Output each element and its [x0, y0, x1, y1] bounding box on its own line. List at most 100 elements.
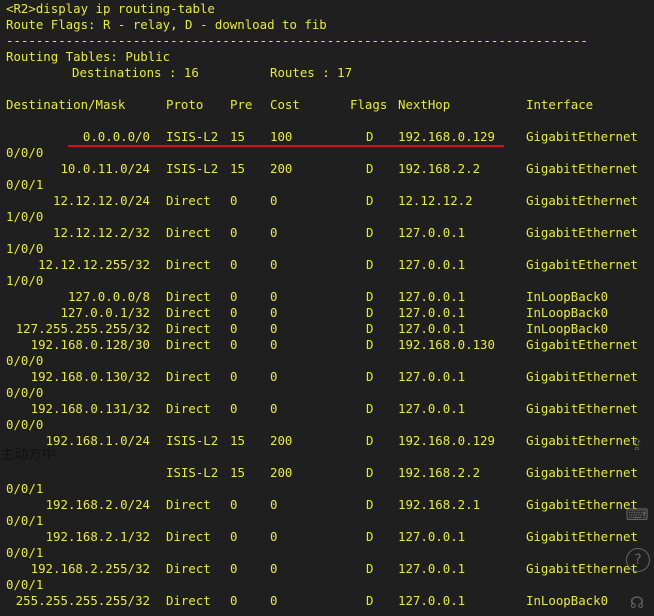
highlight-underline	[68, 145, 504, 147]
cell-proto: Direct	[166, 529, 211, 544]
interface-continuation: 0/0/1	[6, 177, 44, 192]
cell-pre: 0	[230, 305, 238, 320]
cell-destination: 127.255.255.255/32	[15, 321, 150, 336]
cell-proto: Direct	[166, 321, 211, 336]
cell-nexthop: 127.0.0.1	[398, 529, 466, 544]
cell-destination: 255.255.255.255/32	[15, 593, 150, 608]
interface-continuation: 0/0/0	[6, 353, 44, 368]
keyboard-icon[interactable]: ⌨	[624, 502, 650, 528]
table-row: 192.168.0.128/30 Direct 0 0 D 192.168.0.130 Gi…	[6, 337, 654, 353]
cell-interface: GigabitEthernet	[526, 193, 638, 208]
overlay-text-fragment: 主动方中	[0, 447, 56, 463]
cell-cost: 0	[270, 289, 278, 304]
interface-continuation: 0/0/1	[6, 481, 44, 496]
cell-destination: 192.168.0.130/32	[30, 369, 150, 384]
cell-proto: ISIS-L2	[166, 433, 219, 448]
cell-cost: 0	[270, 497, 278, 512]
cell-pre: 0	[230, 401, 238, 416]
interface-continuation: 1/0/0	[6, 273, 44, 288]
cell-destination: 192.168.0.128/30	[30, 337, 150, 352]
cell-pre: 0	[230, 337, 238, 352]
table-row: ISIS-L2 15 200 D 192.168.2.2 GigabitEthernet	[6, 465, 654, 481]
cell-flags: D	[366, 305, 374, 320]
cell-flags: D	[366, 593, 374, 608]
cell-proto: ISIS-L2	[166, 465, 219, 480]
cell-interface: GigabitEthernet	[526, 337, 638, 352]
cell-proto: Direct	[166, 305, 211, 320]
cell-pre: 0	[230, 257, 238, 272]
interface-continuation: 0/0/1	[6, 545, 44, 560]
cell-proto: Direct	[166, 289, 211, 304]
cell-proto: Direct	[166, 225, 211, 240]
share-icon[interactable]: ⇪	[624, 432, 650, 458]
cell-flags: D	[366, 433, 374, 448]
cell-nexthop: 127.0.0.1	[398, 321, 466, 336]
interface-continuation: 0/0/1	[6, 513, 44, 528]
cell-proto: Direct	[166, 401, 211, 416]
cell-cost: 0	[270, 193, 278, 208]
interface-continuation: 0/0/0	[6, 385, 44, 400]
cell-pre: 0	[230, 561, 238, 576]
cell-cost: 0	[270, 369, 278, 384]
table-row: 192.168.2.0/24 Direct 0 0 D 192.168.2.1 Gigabi…	[6, 497, 654, 513]
table-row: 12.12.12.2/32 Direct 0 0 D 127.0.0.1 GigabitEt…	[6, 225, 654, 241]
cell-pre: 0	[230, 497, 238, 512]
cell-cost: 100	[270, 129, 293, 144]
cell-flags: D	[366, 369, 374, 384]
help-icon[interactable]: ?	[626, 548, 650, 572]
cell-destination: 12.12.12.2/32	[53, 225, 150, 240]
cell-cost: 0	[270, 529, 278, 544]
cell-cost: 0	[270, 593, 278, 608]
cell-cost: 200	[270, 433, 293, 448]
cell-cost: 200	[270, 465, 293, 480]
cell-pre: 15	[230, 161, 245, 176]
cell-nexthop: 192.168.0.130	[398, 337, 495, 352]
cell-flags: D	[366, 401, 374, 416]
headset-icon[interactable]: ☊	[624, 590, 650, 616]
cell-flags: D	[366, 497, 374, 512]
cell-nexthop: 127.0.0.1	[398, 289, 466, 304]
cell-pre: 0	[230, 593, 238, 608]
table-row: 127.0.0.0/8 Direct 0 0 D 127.0.0.1 InLoopBack0	[6, 289, 654, 305]
table-row: 192.168.1.0/24 ISIS-L2 15 200 D 192.168.0.129…	[6, 433, 654, 449]
cell-destination: 10.0.11.0/24	[60, 161, 150, 176]
header-pre: Pre	[230, 97, 253, 112]
command-line: <R2>display ip routing-table	[6, 1, 215, 16]
cell-flags: D	[366, 161, 374, 176]
cell-nexthop: 192.168.2.1	[398, 497, 481, 512]
cell-interface: InLoopBack0	[526, 321, 609, 336]
cell-destination: 192.168.2.1/32	[45, 529, 150, 544]
cell-nexthop: 127.0.0.1	[398, 257, 466, 272]
cell-interface: InLoopBack0	[526, 593, 609, 608]
cell-interface: InLoopBack0	[526, 289, 609, 304]
cell-proto: ISIS-L2	[166, 129, 219, 144]
cell-interface: GigabitEthernet	[526, 129, 638, 144]
cell-nexthop: 127.0.0.1	[398, 593, 466, 608]
cell-flags: D	[366, 193, 374, 208]
cell-pre: 0	[230, 321, 238, 336]
cell-interface: GigabitEthernet	[526, 225, 638, 240]
header-destination: Destination/Mask	[6, 97, 126, 112]
cell-interface: GigabitEthernet	[526, 161, 638, 176]
cell-destination: 192.168.2.0/24	[45, 497, 150, 512]
cell-interface: GigabitEthernet	[526, 401, 638, 416]
cell-interface: InLoopBack0	[526, 305, 609, 320]
cell-interface: GigabitEthernet	[526, 257, 638, 272]
cell-flags: D	[366, 529, 374, 544]
table-row: 192.168.0.131/32 Direct 0 0 D 127.0.0.1 Gigabi…	[6, 401, 654, 417]
table-row: 192.168.2.255/32 Direct 0 0 D 127.0.0.1 Gigabi…	[6, 561, 654, 577]
cell-proto: Direct	[166, 497, 211, 512]
interface-continuation: 1/0/0	[6, 209, 44, 224]
table-row: 127.255.255.255/32 Direct 0 0 D 127.0.0.1 InLo…	[6, 321, 654, 337]
route-flags-line: Route Flags: R - relay, D - download to …	[6, 17, 327, 32]
table-row: 255.255.255.255/32 Direct 0 0 D 127.0.0.1 InLo…	[6, 593, 654, 609]
cell-nexthop: 127.0.0.1	[398, 305, 466, 320]
routing-tables-line: Routing Tables: Public	[6, 49, 171, 64]
cell-destination: 12.12.12.0/24	[53, 193, 150, 208]
cell-nexthop: 192.168.2.2	[398, 465, 481, 480]
table-row: 12.12.12.255/32 Direct 0 0 D 127.0.0.1 Gigabit…	[6, 257, 654, 273]
cell-pre: 15	[230, 465, 245, 480]
cell-pre: 0	[230, 193, 238, 208]
header-cost: Cost	[270, 97, 300, 112]
table-row: 127.0.0.1/32 Direct 0 0 D 127.0.0.1 InLoopBack…	[6, 305, 654, 321]
